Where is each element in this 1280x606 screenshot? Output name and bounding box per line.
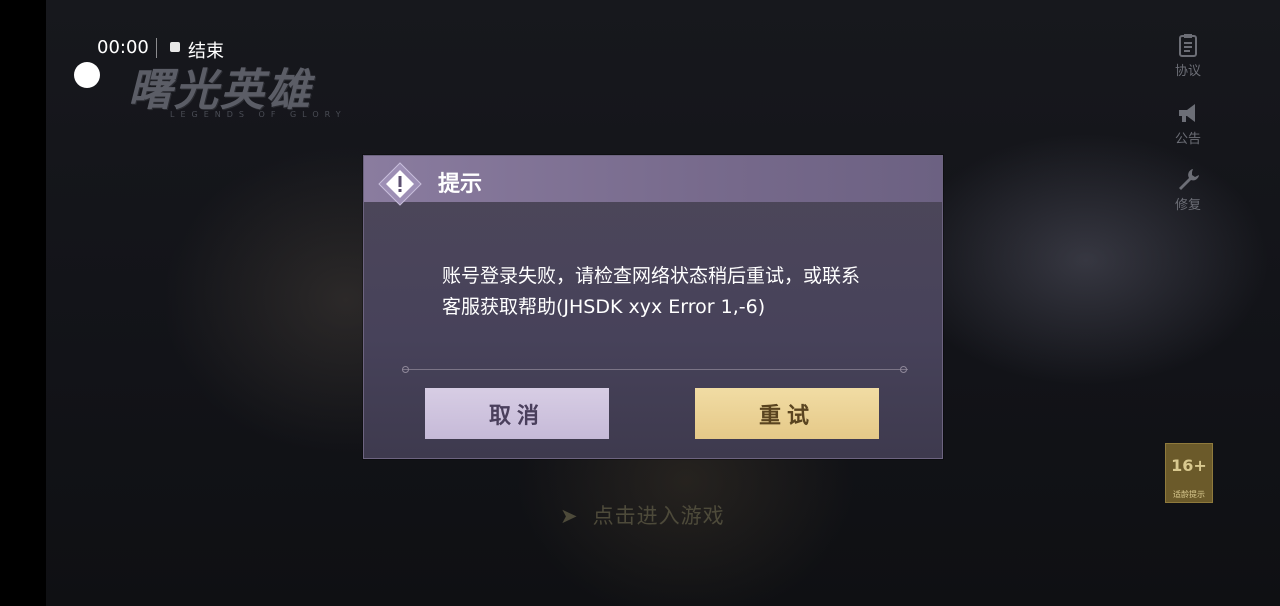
side-menu-repair[interactable]: 修复 [1168,166,1208,213]
enter-game-label: 点击进入游戏 [592,504,725,528]
game-logo-subtitle: LEGENDS OF GLORY [170,110,347,119]
age-rating-badge[interactable]: 16+ 适龄提示 [1165,443,1213,503]
dialog-title: 提示 [438,172,483,197]
side-menu-label: 协议 [1174,64,1201,79]
recorder-floating-dot[interactable] [74,62,100,88]
dialog-divider [402,369,908,370]
megaphone-icon [1179,104,1195,122]
dialog-message-line: 账号登录失败，请检查网络状态稍后重试，或联系 [442,265,861,287]
side-menu-label: 公告 [1174,132,1201,147]
side-menu-announcement[interactable]: 公告 [1168,100,1208,147]
side-menu-agreement[interactable]: 协议 [1168,32,1208,79]
retry-button[interactable]: 重试 [695,388,879,439]
divider-dot [900,366,907,373]
chevron-right-icon: ➤ [560,504,579,528]
cancel-button[interactable]: 取消 [425,388,609,439]
age-rating-value: 16+ [1171,456,1207,475]
screen-edge-strip [0,0,46,606]
age-rating-label: 适龄提示 [1173,490,1205,499]
enter-game-button[interactable]: ➤ 点击进入游戏 [560,500,725,530]
error-dialog: 提示 账号登录失败，请检查网络状态稍后重试，或联系 客服获取帮助(JHSDK x… [363,155,943,459]
side-menu-label: 修复 [1174,198,1201,213]
wrench-icon [1179,169,1199,190]
dialog-message-line: 客服获取帮助(JHSDK xyx Error 1,-6) [442,296,766,318]
clipboard-icon [1179,34,1197,57]
warning-icon [378,162,422,206]
dialog-message: 账号登录失败，请检查网络状态稍后重试，或联系 客服获取帮助(JHSDK xyx … [442,261,882,323]
divider-dot [402,366,409,373]
stop-icon[interactable] [170,42,180,52]
